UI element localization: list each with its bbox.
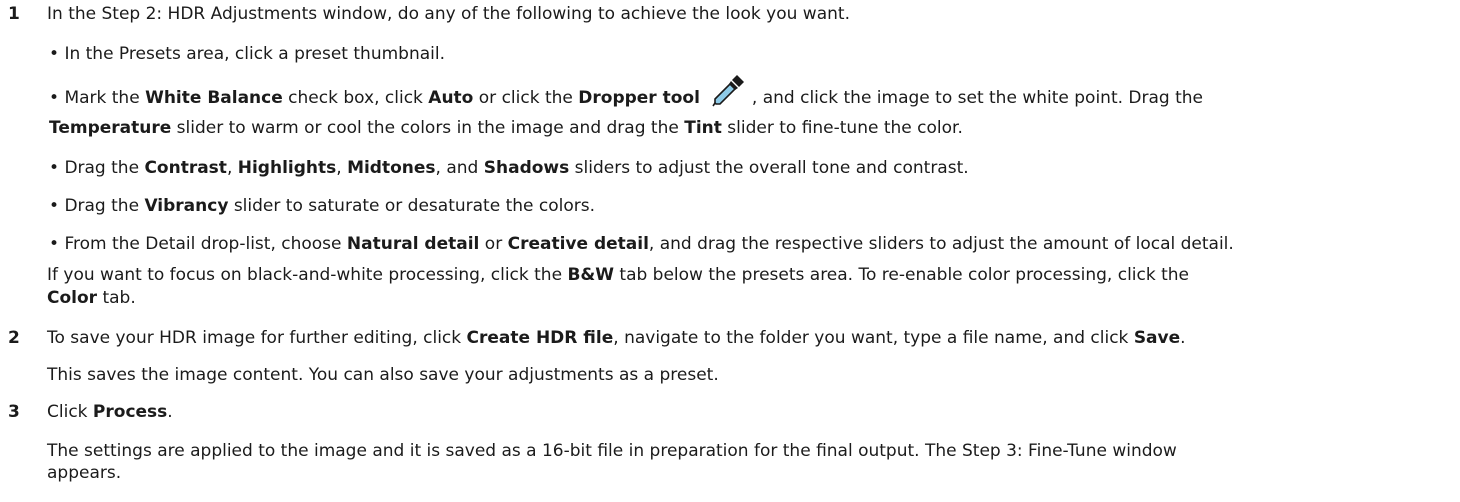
creative-detail-term: Creative detail <box>507 234 649 254</box>
color-tab-term: Color <box>47 288 98 308</box>
natural-detail-term: Natural detail <box>346 234 480 254</box>
white-balance-term: White Balance <box>145 88 283 108</box>
bullet-text: In the Presets area, click a preset thum… <box>64 44 445 64</box>
step-number: 2 <box>8 328 20 348</box>
shadows-term: Shadows <box>483 158 570 178</box>
highlights-term: Highlights <box>237 158 337 178</box>
auto-term: Auto <box>428 88 474 108</box>
midtones-term: Midtones <box>347 158 436 178</box>
step-number: 1 <box>8 4 20 24</box>
dropper-tool-icon <box>712 73 746 113</box>
step-1-intro: In the Step 2: HDR Adjustments window, d… <box>47 4 850 24</box>
contrast-term: Contrast <box>144 158 227 178</box>
dropper-tool-term: Dropper tool <box>578 88 700 108</box>
process-term: Process <box>92 402 168 422</box>
bw-tab-term: B&W <box>567 265 614 285</box>
save-term: Save <box>1133 328 1181 348</box>
vibrancy-term: Vibrancy <box>144 196 229 216</box>
step-number: 3 <box>8 402 20 422</box>
temperature-term: Temperature <box>49 118 172 138</box>
help-document: 1 In the Step 2: HDR Adjustments window,… <box>8 4 1234 483</box>
create-hdr-file-term: Create HDR file <box>466 328 614 348</box>
tint-term: Tint <box>684 118 722 138</box>
